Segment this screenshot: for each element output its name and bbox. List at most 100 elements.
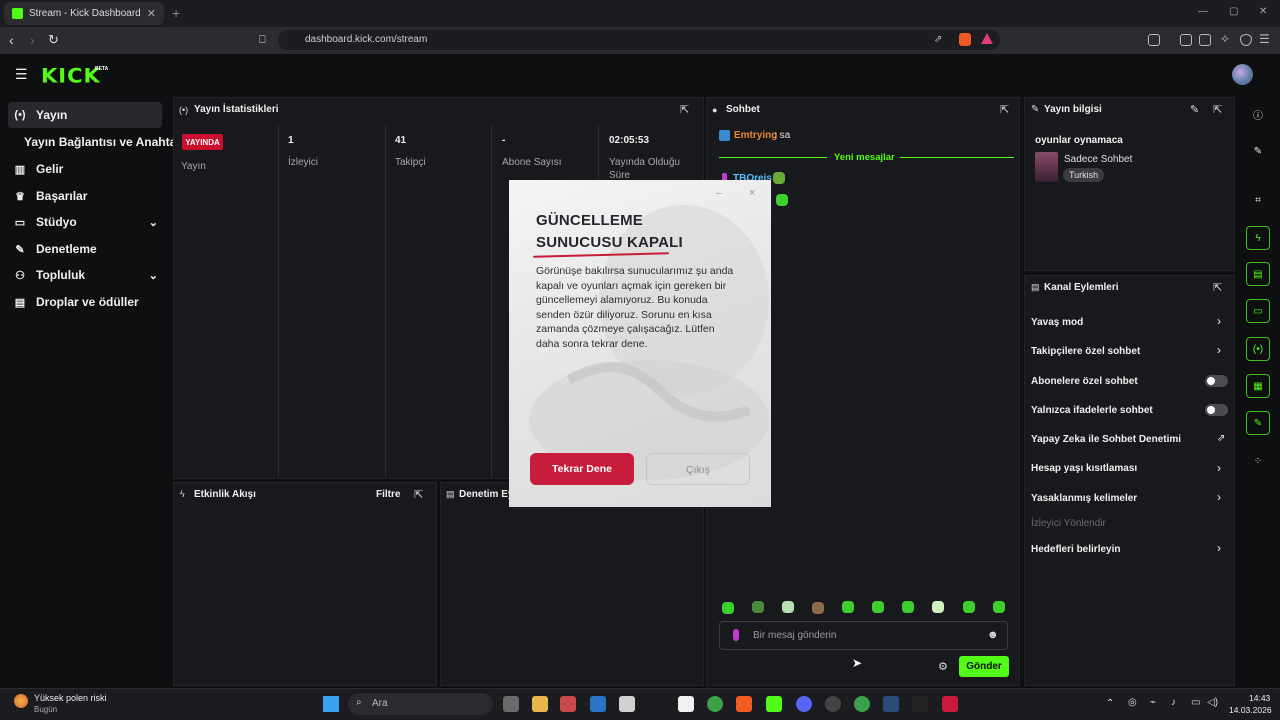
retry-button[interactable]: Tekrar Dene — [530, 453, 634, 485]
clock-time[interactable]: 14:43 — [1249, 693, 1270, 703]
wallet-icon[interactable] — [1199, 34, 1211, 46]
chat-input[interactable]: Bir mesaj gönderin — [719, 621, 1008, 650]
wrench-icon[interactable]: ✎ — [1246, 411, 1270, 435]
minimize-icon[interactable]: — — [1198, 6, 1208, 17]
layers-icon[interactable]: ▦ — [1246, 374, 1270, 398]
emote-icon[interactable] — [752, 601, 764, 613]
kick-logo[interactable]: KICK — [41, 65, 101, 88]
send-button[interactable]: Gönder — [959, 656, 1009, 677]
hamburger-icon[interactable]: ☰ — [15, 66, 28, 83]
exit-button[interactable]: Çıkış — [646, 453, 750, 485]
popout-icon[interactable]: ⇱ — [1000, 103, 1009, 116]
app-icon[interactable] — [619, 696, 635, 712]
chat-username[interactable]: Emtrying — [734, 130, 777, 141]
sidebar-item-stream[interactable]: (•) Yayın — [8, 102, 162, 128]
xbox-icon[interactable] — [854, 696, 870, 712]
browser-tab[interactable]: Stream - Kick Dashboard ✕ — [4, 2, 164, 25]
new-tab-icon[interactable]: + — [172, 5, 180, 21]
apps-icon[interactable]: ⁘ — [1246, 449, 1270, 473]
share-icon[interactable]: ⇗ — [934, 34, 942, 45]
avatar[interactable] — [1232, 64, 1253, 85]
brave-shield-icon[interactable] — [959, 33, 971, 46]
monitor-icon[interactable]: ▭ — [1191, 697, 1200, 708]
epic-games-icon[interactable] — [912, 696, 928, 712]
action-ai-moderation[interactable]: Yapay Zeka ile Sohbet Denetimi — [1031, 434, 1181, 445]
emote-icon[interactable] — [902, 601, 914, 613]
maximize-icon[interactable]: ▢ — [1229, 6, 1238, 17]
back-icon[interactable]: ‹ — [9, 32, 14, 48]
leo-ai-icon[interactable]: ✧ — [1220, 32, 1230, 46]
sidebar-item-community[interactable]: ⚇ Topluluk ⌄ — [8, 262, 162, 288]
steam-icon[interactable] — [883, 696, 899, 712]
task-view-icon[interactable] — [503, 696, 519, 712]
clock-date[interactable]: 14.03.2026 — [1229, 705, 1272, 715]
emote-icon[interactable] — [963, 601, 975, 613]
emotes-only-toggle[interactable] — [1205, 404, 1228, 416]
sidebar-item-revenue[interactable]: ▥ Gelir — [8, 156, 162, 182]
emote-icon[interactable] — [932, 601, 944, 613]
chevron-right-icon[interactable]: › — [1217, 343, 1221, 357]
sidebar-item-moderation[interactable]: ✎ Denetleme — [8, 236, 162, 262]
action-banned-words[interactable]: Yasaklanmış kelimeler — [1031, 493, 1137, 504]
reload-icon[interactable]: ↻ — [48, 32, 59, 48]
emote-icon[interactable] — [782, 601, 794, 613]
popout-icon[interactable]: ⇱ — [414, 488, 423, 501]
popout-icon[interactable]: ⇱ — [1213, 103, 1222, 116]
windows-start-icon[interactable] — [323, 696, 339, 712]
chevron-up-icon[interactable]: ⌃ — [1106, 698, 1114, 709]
emote-icon[interactable] — [812, 602, 824, 614]
info-icon[interactable]: ⓘ — [1246, 102, 1270, 126]
window-close-icon[interactable]: ✕ — [1259, 6, 1267, 17]
sidebar-item-studio[interactable]: ▭ Stüdyo ⌄ — [8, 209, 162, 235]
volume-icon[interactable]: ◁) — [1207, 697, 1218, 708]
weather-icon[interactable] — [14, 694, 28, 708]
file-explorer-icon[interactable] — [532, 696, 548, 712]
action-account-age[interactable]: Hesap yaşı kısıtlaması — [1031, 463, 1137, 474]
chrome-icon[interactable] — [707, 696, 723, 712]
chat-bubble-icon[interactable]: ▭ — [1246, 299, 1270, 323]
taskbar-search[interactable]: Ara — [348, 693, 493, 715]
chevron-right-icon[interactable]: › — [1217, 541, 1221, 555]
filter-button[interactable]: Filtre — [376, 489, 400, 500]
brave-icon[interactable] — [736, 696, 752, 712]
category-name[interactable]: Sadece Sohbet — [1064, 154, 1132, 165]
chevron-right-icon[interactable]: › — [1217, 490, 1221, 504]
action-slow-mode[interactable]: Yavaş mod — [1031, 317, 1083, 328]
external-link-icon[interactable]: ⇗ — [1217, 433, 1225, 444]
gear-icon[interactable]: ⚙ — [938, 660, 948, 673]
snipping-tool-icon[interactable] — [560, 696, 576, 712]
popout-icon[interactable]: ⇱ — [680, 103, 689, 116]
store-icon[interactable] — [678, 696, 694, 712]
edit-icon[interactable]: ✎ — [1190, 103, 1199, 116]
url-bar[interactable]: dashboard.kick.com/stream — [278, 30, 1000, 50]
lightning-icon[interactable]: ϟ — [1246, 226, 1270, 250]
close-tab-icon[interactable]: ✕ — [147, 7, 156, 20]
outlook-icon[interactable] — [590, 696, 606, 712]
emote-icon[interactable] — [993, 601, 1005, 613]
reader-icon[interactable] — [1148, 34, 1160, 46]
emote-icon[interactable] — [842, 601, 854, 613]
emote-icon[interactable] — [872, 601, 884, 613]
microphone-icon[interactable]: ♪ — [1171, 697, 1176, 708]
screenshot-icon[interactable]: ⌗ — [1246, 188, 1270, 212]
action-followers-only[interactable]: Takipçilere özel sohbet — [1031, 346, 1140, 357]
broadcast-icon[interactable]: (•) — [1246, 337, 1270, 361]
menu-icon[interactable]: ☰ — [1259, 32, 1270, 46]
bookmark-icon[interactable]: ⎕ — [259, 34, 266, 47]
category-thumbnail[interactable] — [1035, 152, 1058, 182]
sidebar-toggle-icon[interactable] — [1180, 34, 1192, 46]
minimize-icon[interactable]: – — [716, 188, 722, 199]
emote-icon[interactable] — [722, 602, 734, 614]
weather-title[interactable]: Yüksek polen riski — [34, 693, 107, 703]
forward-icon[interactable]: › — [30, 32, 35, 48]
action-set-goals[interactable]: Hedefleri belirleyin — [1031, 544, 1120, 555]
close-icon[interactable]: × — [749, 187, 755, 199]
network-icon[interactable]: ⌁ — [1150, 697, 1156, 708]
game-launcher-icon[interactable] — [942, 696, 958, 712]
brave-rewards-icon[interactable] — [981, 33, 993, 44]
kick-app-icon[interactable] — [766, 696, 782, 712]
clipboard-icon[interactable]: ▤ — [1246, 262, 1270, 286]
sidebar-item-stream-key[interactable]: Yayın Bağlantısı ve Anahtarı — [24, 129, 184, 155]
sidebar-item-drops[interactable]: ▤ Droplar ve ödüller — [8, 289, 162, 315]
chevron-right-icon[interactable]: › — [1217, 461, 1221, 475]
